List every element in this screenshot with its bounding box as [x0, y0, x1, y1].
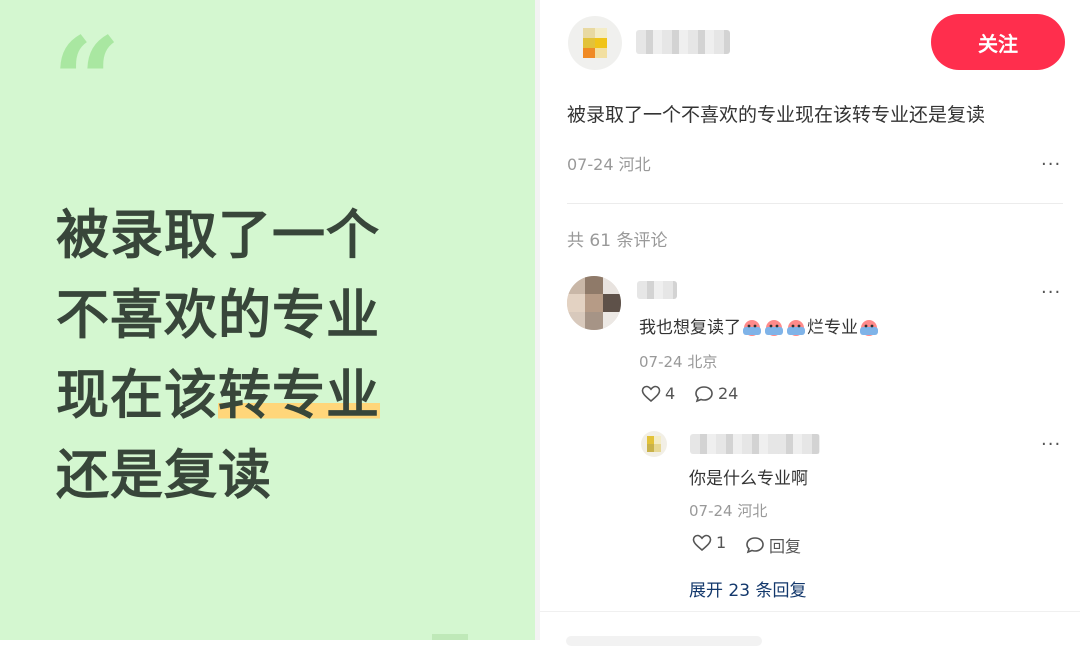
sob-face-icon: [786, 318, 806, 336]
author-avatar[interactable]: [568, 16, 622, 70]
reply-date: 07-24: [689, 502, 733, 520]
post-image-poster: “ 被录取了一个 不喜欢的专业 现在该转专业 还是复读: [0, 0, 535, 640]
follow-button[interactable]: 关注: [931, 14, 1065, 70]
comment-like-count: 4: [665, 384, 676, 403]
comment-input-field[interactable]: [566, 636, 762, 646]
post-title: 被录取了一个不喜欢的专业现在该转专业还是复读: [567, 104, 986, 126]
post-detail-panel: 关注 被录取了一个不喜欢的专业现在该转专业还是复读 07-24 河北 ··· 共…: [540, 0, 1080, 646]
post-date: 07-24: [567, 155, 614, 174]
commenter-avatar[interactable]: [567, 276, 621, 330]
reply-location: 河北: [737, 502, 768, 520]
poster-line-3-text: 现在该: [56, 365, 218, 426]
comment-text-after: 烂专业: [807, 318, 858, 338]
comment-date: 07-24: [639, 353, 683, 371]
comment-reply-button[interactable]: 24: [694, 384, 738, 403]
comment-reply-count: 24: [718, 384, 739, 403]
comment-location: 北京: [687, 353, 718, 371]
reply-like-count: 1: [716, 533, 727, 552]
expand-replies-link[interactable]: 展开 23 条回复: [689, 576, 806, 601]
reply-reply-label: 回复: [769, 537, 802, 556]
reply-avatar[interactable]: [641, 431, 667, 457]
reply-more-icon[interactable]: ···: [1041, 436, 1061, 454]
author-name-blurred[interactable]: [636, 30, 730, 54]
poster-decoration: [432, 634, 468, 640]
poster-line-3: 现在该转专业: [56, 356, 380, 436]
poster-text: 被录取了一个 不喜欢的专业 现在该转专业 还是复读: [56, 196, 380, 516]
post-location: 河北: [618, 155, 651, 174]
heart-icon: [692, 534, 712, 551]
comment-more-icon[interactable]: ···: [1041, 284, 1061, 302]
poster-line-2: 不喜欢的专业: [56, 285, 380, 346]
quote-mark: “: [52, 11, 122, 152]
bottom-input-bar: [540, 611, 1080, 646]
comment-like-button[interactable]: 4: [641, 384, 675, 403]
post-meta: 07-24 河北: [567, 151, 651, 175]
poster-line-4: 还是复读: [56, 445, 272, 506]
comment-count: 共 61 条评论: [567, 231, 668, 251]
comment-text: 我也想复读了 烂专业: [639, 313, 880, 338]
post-more-icon[interactable]: ···: [1041, 156, 1061, 174]
section-divider: [567, 203, 1063, 204]
sob-face-icon: [742, 318, 762, 336]
sob-face-icon: [859, 318, 879, 336]
reply-meta: 07-24 河北: [689, 500, 767, 521]
poster-highlight: 转专业: [218, 365, 380, 426]
heart-icon: [641, 385, 661, 402]
sob-face-icon: [764, 318, 784, 336]
commenter-name-blurred[interactable]: [637, 281, 677, 299]
comment-meta: 07-24 北京: [639, 351, 717, 372]
chat-bubble-icon: [695, 385, 713, 402]
reply-to-name-blurred[interactable]: [776, 434, 820, 454]
reply-like-button[interactable]: 1: [692, 533, 726, 552]
chat-bubble-icon: [746, 537, 764, 554]
poster-line-1: 被录取了一个: [56, 205, 380, 266]
reply-reply-button[interactable]: 回复: [745, 533, 801, 557]
comment-text-before: 我也想复读了: [639, 318, 741, 338]
reply-text: 你是什么专业啊: [689, 469, 808, 489]
